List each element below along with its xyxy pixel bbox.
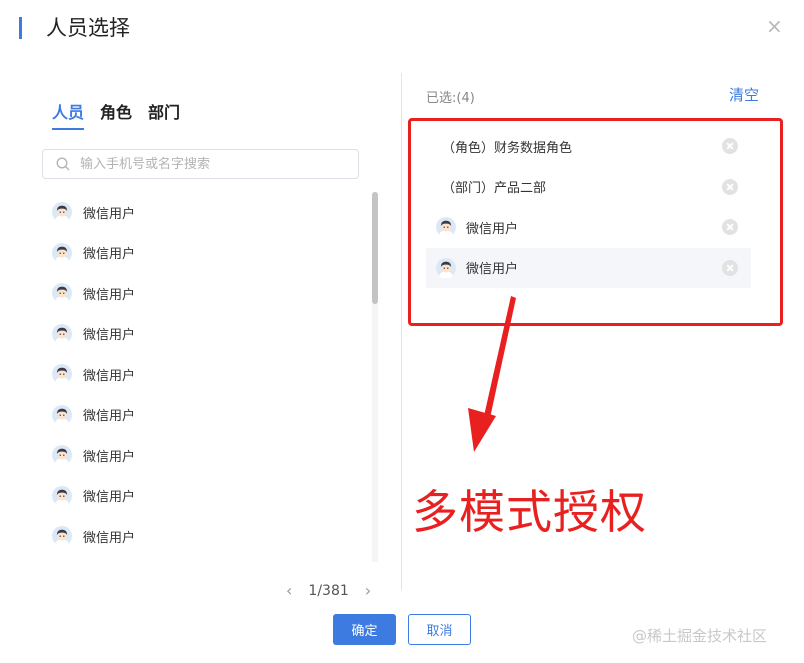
user-list-item[interactable]: 微信用户 xyxy=(52,192,352,233)
user-name: 微信用户 xyxy=(83,368,136,384)
page-indicator: 1/381 xyxy=(308,582,349,599)
user-avatar-icon xyxy=(52,283,72,304)
user-name: 微信用户 xyxy=(83,530,136,546)
title-accent-bar xyxy=(19,17,22,39)
confirm-button[interactable]: 确定 xyxy=(333,614,396,645)
close-icon[interactable]: × xyxy=(766,16,783,36)
user-name: 微信用户 xyxy=(83,247,136,263)
user-list-item[interactable]: 微信用户 xyxy=(52,395,352,436)
user-list-item[interactable]: 微信用户 xyxy=(52,314,352,355)
user-list-item[interactable]: 微信用户 xyxy=(52,233,352,274)
user-avatar-icon xyxy=(52,202,72,223)
user-list-item[interactable]: 微信用户 xyxy=(52,354,352,395)
user-name: 微信用户 xyxy=(83,449,136,465)
tab-departments[interactable]: 部门 xyxy=(148,99,180,130)
user-name: 微信用户 xyxy=(83,287,136,303)
user-list: 微信用户 微信用户 微信用户 微信用户 微信用户 微信用户 微信用户 微信用户 … xyxy=(52,192,352,557)
prev-page-icon[interactable]: ‹ xyxy=(280,581,298,600)
scrollbar-thumb[interactable] xyxy=(372,192,378,304)
annotation-text: 多模式授权 xyxy=(412,485,647,539)
user-list-item[interactable]: 微信用户 xyxy=(52,516,352,557)
user-list-item[interactable]: 微信用户 xyxy=(52,435,352,476)
user-name: 微信用户 xyxy=(83,328,136,344)
clear-button[interactable]: 清空 xyxy=(729,84,759,105)
user-list-item[interactable]: 微信用户 xyxy=(52,476,352,517)
user-avatar-icon xyxy=(52,445,72,466)
annotation-arrow-icon xyxy=(468,296,516,452)
search-icon xyxy=(56,157,70,171)
user-list-item[interactable]: 微信用户 xyxy=(52,273,352,314)
user-avatar-icon xyxy=(52,242,72,263)
user-avatar-icon xyxy=(52,404,72,425)
selected-count: 已选:(4) xyxy=(426,91,475,106)
user-avatar-icon xyxy=(52,526,72,547)
user-avatar-icon xyxy=(52,364,72,385)
search-box xyxy=(42,149,359,179)
user-list-scrollbar[interactable] xyxy=(372,192,378,562)
panel-divider xyxy=(401,73,402,590)
user-avatar-icon xyxy=(52,323,72,344)
user-avatar-icon xyxy=(52,485,72,506)
tab-users[interactable]: 人员 xyxy=(52,99,85,130)
dialog-title: 人员选择 xyxy=(46,16,130,40)
user-name: 微信用户 xyxy=(83,206,136,222)
user-name: 微信用户 xyxy=(83,490,136,506)
cancel-button[interactable]: 取消 xyxy=(408,614,471,645)
watermark: @稀土掘金技术社区 xyxy=(632,627,768,645)
search-input[interactable] xyxy=(78,155,342,173)
next-page-icon[interactable]: › xyxy=(359,581,377,600)
user-name: 微信用户 xyxy=(83,409,136,425)
tab-roles[interactable]: 角色 xyxy=(100,99,132,130)
tab-bar: 人员 角色 部门 xyxy=(52,99,180,130)
pagination: ‹ 1/381 › xyxy=(280,581,377,600)
